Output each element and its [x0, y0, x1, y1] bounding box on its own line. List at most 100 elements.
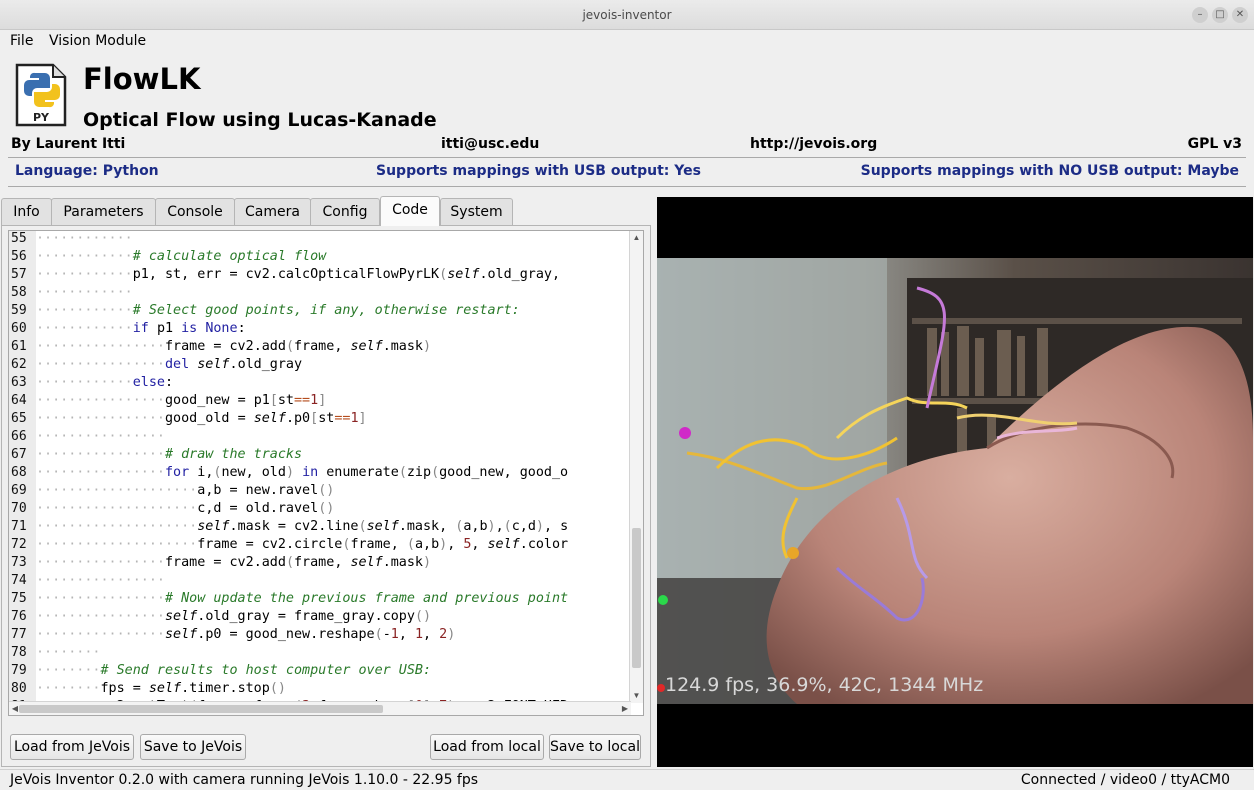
tab-camera[interactable]: Camera — [234, 198, 311, 225]
load-from-jevois-button[interactable]: Load from JeVois — [10, 734, 134, 760]
code-line[interactable]: 64 ················good_new = p1[st==1] — [9, 392, 631, 410]
vertical-scrollbar[interactable]: ▲ ▼ — [629, 231, 643, 703]
code-line[interactable]: 74 ················ — [9, 572, 631, 590]
line-number: 79 — [11, 663, 27, 678]
code-line[interactable]: 69 ····················a,b = new.ravel() — [9, 482, 631, 500]
scroll-down-icon[interactable]: ▼ — [630, 690, 643, 702]
code-line[interactable]: 78 ········ — [9, 644, 631, 662]
horizontal-scroll-thumb[interactable] — [19, 705, 383, 713]
code-text: ····················frame = cv2.circle(f… — [36, 537, 569, 552]
code-line[interactable]: 65 ················good_old = self.p0[st=… — [9, 410, 631, 428]
tab-code[interactable]: Code — [380, 196, 440, 226]
code-line[interactable]: 73 ················frame = cv2.add(frame,… — [9, 554, 631, 572]
tab-system[interactable]: System — [440, 198, 513, 225]
line-number: 76 — [11, 609, 27, 624]
camera-image — [657, 258, 1253, 704]
code-text: ············ — [36, 285, 133, 300]
line-number: 56 — [11, 249, 27, 264]
line-number: 63 — [11, 375, 27, 390]
code-text: ················# Now update the previou… — [36, 591, 569, 606]
divider — [8, 186, 1246, 187]
module-email: itti@usc.edu — [441, 136, 540, 152]
line-number: 71 — [11, 519, 27, 534]
app-window: jevois-inventor File Vision Module PY Fl… — [0, 0, 1254, 790]
line-number: 74 — [11, 573, 27, 588]
code-text: ····················c,d = old.ravel() — [36, 501, 335, 516]
python-icon-label: PY — [33, 111, 50, 124]
line-number: 65 — [11, 411, 27, 426]
code-line[interactable]: 66 ················ — [9, 428, 631, 446]
module-name: FlowLK — [83, 62, 201, 96]
menu-vision-module[interactable]: Vision Module — [49, 33, 146, 49]
line-number: 60 — [11, 321, 27, 336]
code-line[interactable]: 67 ················# draw the tracks — [9, 446, 631, 464]
line-number: 70 — [11, 501, 27, 516]
code-line[interactable]: 63 ············else: — [9, 374, 631, 392]
code-line[interactable]: 55 ············ — [9, 231, 631, 248]
scroll-right-icon[interactable]: ▶ — [619, 702, 631, 715]
code-text: ············# calculate optical flow — [36, 249, 327, 264]
code-line[interactable]: 79 ········# Send results to host compute… — [9, 662, 631, 680]
line-number: 78 — [11, 645, 27, 660]
code-text: ················good_old = self.p0[st==1… — [36, 411, 367, 426]
code-line[interactable]: 61 ················frame = cv2.add(frame,… — [9, 338, 631, 356]
code-line[interactable]: 76 ················self.old_gray = frame_… — [9, 608, 631, 626]
tab-console[interactable]: Console — [155, 198, 235, 225]
code-line[interactable]: 77 ················self.p0 = good_new.res… — [9, 626, 631, 644]
code-line[interactable]: 58 ············ — [9, 284, 631, 302]
code-lines[interactable]: 55 ············ 56 ············# calculate … — [9, 231, 631, 703]
code-line[interactable]: 80 ········fps = self.timer.stop() — [9, 680, 631, 698]
code-editor[interactable]: 55 ············ 56 ············# calculate … — [8, 230, 644, 716]
code-text: ················ — [36, 429, 165, 444]
code-text: ················ — [36, 573, 165, 588]
scroll-up-icon[interactable]: ▲ — [630, 232, 643, 244]
code-line[interactable]: 60 ············if p1 is None: — [9, 320, 631, 338]
line-number: 57 — [11, 267, 27, 282]
line-number: 59 — [11, 303, 27, 318]
line-number: 72 — [11, 537, 27, 552]
code-line[interactable]: 59 ············# Select good points, if a… — [9, 302, 631, 320]
no-usb-support: Supports mappings with NO USB output: Ma… — [860, 163, 1239, 179]
line-number: 75 — [11, 591, 27, 606]
code-line[interactable]: 56 ············# calculate optical flow — [9, 248, 631, 266]
code-text: ············if p1 is None: — [36, 321, 246, 336]
tab-config[interactable]: Config — [310, 198, 380, 225]
code-text: ············# Select good points, if any… — [36, 303, 520, 318]
menu-bar: File Vision Module — [0, 30, 1254, 52]
camera-video-view[interactable]: 124.9 fps, 36.9%, 42C, 1344 MHz — [657, 197, 1253, 767]
code-text: ················self.old_gray = frame_gr… — [36, 609, 432, 624]
code-line[interactable]: 75 ················# Now update the previ… — [9, 590, 631, 608]
code-text: ················frame = cv2.add(frame, s… — [36, 339, 432, 354]
code-text: ············else: — [36, 375, 174, 390]
code-text: ····················a,b = new.ravel() — [36, 483, 335, 498]
minimize-icon[interactable] — [1192, 7, 1208, 23]
connection-status: Connected / video0 / ttyACM0 — [1020, 772, 1230, 788]
save-to-local-button[interactable]: Save to local — [549, 734, 641, 760]
code-text: ············p1, st, err = cv2.calcOptica… — [36, 267, 561, 282]
code-line[interactable]: 68 ················for i,(new, old) in en… — [9, 464, 631, 482]
code-line[interactable]: 71 ····················self.mask = cv2.li… — [9, 518, 631, 536]
menu-file[interactable]: File — [10, 33, 33, 49]
line-number: 61 — [11, 339, 27, 354]
maximize-icon[interactable] — [1212, 7, 1228, 23]
module-language: Language: Python — [15, 163, 159, 179]
save-to-jevois-button[interactable]: Save to JeVois — [140, 734, 246, 760]
close-icon[interactable] — [1232, 7, 1248, 23]
code-line[interactable]: 62 ················del self.old_gray — [9, 356, 631, 374]
code-text: ········fps = self.timer.stop() — [36, 681, 286, 696]
code-line[interactable]: 72 ····················frame = cv2.circle… — [9, 536, 631, 554]
camera-frame: 124.9 fps, 36.9%, 42C, 1344 MHz — [657, 258, 1253, 704]
code-line[interactable]: 70 ····················c,d = old.ravel() — [9, 500, 631, 518]
tab-parameters[interactable]: Parameters — [51, 198, 156, 225]
vertical-scroll-thumb[interactable] — [632, 528, 641, 668]
code-text: ············ — [36, 231, 133, 246]
code-text: ················for i,(new, old) in enum… — [36, 465, 569, 480]
horizontal-scrollbar[interactable]: ◀ ▶ — [9, 701, 631, 715]
title-bar[interactable]: jevois-inventor — [0, 0, 1254, 30]
load-from-local-button[interactable]: Load from local — [430, 734, 544, 760]
tab-info[interactable]: Info — [1, 198, 52, 225]
line-number: 77 — [11, 627, 27, 642]
line-number: 80 — [11, 681, 27, 696]
code-line[interactable]: 57 ············p1, st, err = cv2.calcOpti… — [9, 266, 631, 284]
window-title: jevois-inventor — [582, 8, 672, 22]
